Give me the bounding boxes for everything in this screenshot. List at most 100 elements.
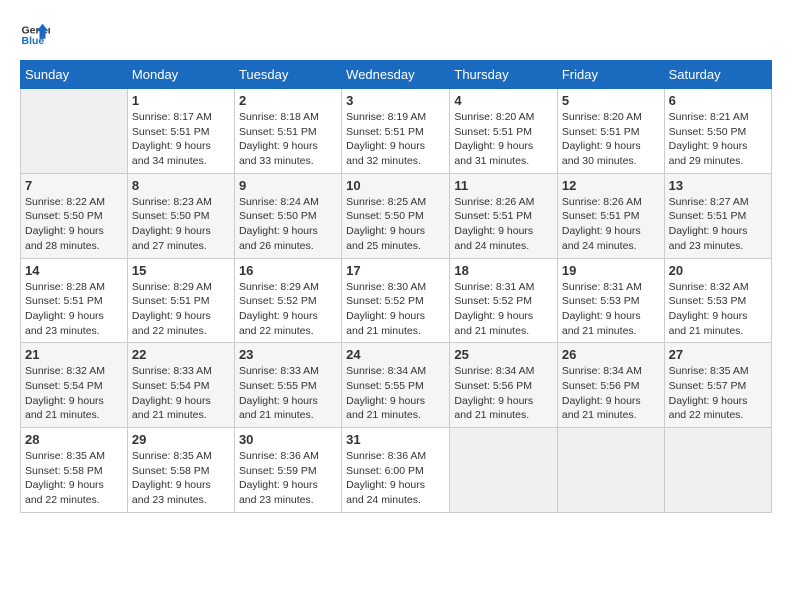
- calendar-cell: 8 Sunrise: 8:23 AMSunset: 5:50 PMDaylight…: [127, 173, 234, 258]
- day-info: Sunrise: 8:33 AMSunset: 5:54 PMDaylight:…: [132, 364, 230, 423]
- day-info: Sunrise: 8:24 AMSunset: 5:50 PMDaylight:…: [239, 195, 337, 254]
- day-number: 2: [239, 93, 337, 108]
- calendar-cell: 11 Sunrise: 8:26 AMSunset: 5:51 PMDayligh…: [450, 173, 557, 258]
- day-info: Sunrise: 8:17 AMSunset: 5:51 PMDaylight:…: [132, 110, 230, 169]
- day-number: 3: [346, 93, 445, 108]
- calendar-cell: 23 Sunrise: 8:33 AMSunset: 5:55 PMDayligh…: [234, 343, 341, 428]
- day-number: 15: [132, 263, 230, 278]
- day-info: Sunrise: 8:31 AMSunset: 5:52 PMDaylight:…: [454, 280, 552, 339]
- day-info: Sunrise: 8:23 AMSunset: 5:50 PMDaylight:…: [132, 195, 230, 254]
- day-number: 16: [239, 263, 337, 278]
- day-info: Sunrise: 8:35 AMSunset: 5:58 PMDaylight:…: [132, 449, 230, 508]
- day-info: Sunrise: 8:29 AMSunset: 5:52 PMDaylight:…: [239, 280, 337, 339]
- calendar-cell: 29 Sunrise: 8:35 AMSunset: 5:58 PMDayligh…: [127, 428, 234, 513]
- logo: General Blue: [20, 20, 54, 50]
- day-number: 12: [562, 178, 660, 193]
- calendar-cell: 2 Sunrise: 8:18 AMSunset: 5:51 PMDaylight…: [234, 89, 341, 174]
- calendar-cell: 24 Sunrise: 8:34 AMSunset: 5:55 PMDayligh…: [342, 343, 450, 428]
- calendar-cell: 21Sunrise: 8:32 AMSunset: 5:54 PMDayligh…: [21, 343, 128, 428]
- calendar-cell: 5 Sunrise: 8:20 AMSunset: 5:51 PMDaylight…: [557, 89, 664, 174]
- day-number: 11: [454, 178, 552, 193]
- day-number: 23: [239, 347, 337, 362]
- page-header: General Blue: [20, 20, 772, 50]
- day-number: 14: [25, 263, 123, 278]
- weekday-header-row: SundayMondayTuesdayWednesdayThursdayFrid…: [21, 61, 772, 89]
- day-number: 13: [669, 178, 767, 193]
- day-info: Sunrise: 8:25 AMSunset: 5:50 PMDaylight:…: [346, 195, 445, 254]
- day-info: Sunrise: 8:20 AMSunset: 5:51 PMDaylight:…: [454, 110, 552, 169]
- day-number: 18: [454, 263, 552, 278]
- weekday-header: Monday: [127, 61, 234, 89]
- day-info: Sunrise: 8:19 AMSunset: 5:51 PMDaylight:…: [346, 110, 445, 169]
- day-number: 30: [239, 432, 337, 447]
- calendar-week-row: 21Sunrise: 8:32 AMSunset: 5:54 PMDayligh…: [21, 343, 772, 428]
- day-info: Sunrise: 8:36 AMSunset: 5:59 PMDaylight:…: [239, 449, 337, 508]
- calendar-cell: 20 Sunrise: 8:32 AMSunset: 5:53 PMDayligh…: [664, 258, 771, 343]
- day-number: 24: [346, 347, 445, 362]
- day-info: Sunrise: 8:18 AMSunset: 5:51 PMDaylight:…: [239, 110, 337, 169]
- calendar-cell: 27 Sunrise: 8:35 AMSunset: 5:57 PMDayligh…: [664, 343, 771, 428]
- day-number: 10: [346, 178, 445, 193]
- day-info: Sunrise: 8:29 AMSunset: 5:51 PMDaylight:…: [132, 280, 230, 339]
- calendar-table: SundayMondayTuesdayWednesdayThursdayFrid…: [20, 60, 772, 513]
- day-number: 25: [454, 347, 552, 362]
- day-info: Sunrise: 8:28 AMSunset: 5:51 PMDaylight:…: [25, 280, 123, 339]
- calendar-cell: 26 Sunrise: 8:34 AMSunset: 5:56 PMDayligh…: [557, 343, 664, 428]
- calendar-cell: 19Sunrise: 8:31 AMSunset: 5:53 PMDayligh…: [557, 258, 664, 343]
- day-number: 27: [669, 347, 767, 362]
- calendar-cell: 10 Sunrise: 8:25 AMSunset: 5:50 PMDayligh…: [342, 173, 450, 258]
- day-number: 6: [669, 93, 767, 108]
- day-number: 8: [132, 178, 230, 193]
- day-number: 5: [562, 93, 660, 108]
- weekday-header: Tuesday: [234, 61, 341, 89]
- calendar-cell: 17 Sunrise: 8:30 AMSunset: 5:52 PMDayligh…: [342, 258, 450, 343]
- calendar-week-row: 7Sunrise: 8:22 AMSunset: 5:50 PMDaylight…: [21, 173, 772, 258]
- day-number: 7: [25, 178, 123, 193]
- day-info: Sunrise: 8:30 AMSunset: 5:52 PMDaylight:…: [346, 280, 445, 339]
- day-number: 4: [454, 93, 552, 108]
- calendar-cell: 9Sunrise: 8:24 AMSunset: 5:50 PMDaylight…: [234, 173, 341, 258]
- day-info: Sunrise: 8:32 AMSunset: 5:53 PMDaylight:…: [669, 280, 767, 339]
- weekday-header: Thursday: [450, 61, 557, 89]
- calendar-cell: 22 Sunrise: 8:33 AMSunset: 5:54 PMDayligh…: [127, 343, 234, 428]
- calendar-cell: 4 Sunrise: 8:20 AMSunset: 5:51 PMDaylight…: [450, 89, 557, 174]
- day-info: Sunrise: 8:26 AMSunset: 5:51 PMDaylight:…: [454, 195, 552, 254]
- day-info: Sunrise: 8:36 AMSunset: 6:00 PMDaylight:…: [346, 449, 445, 508]
- calendar-cell: [557, 428, 664, 513]
- calendar-cell: 14 Sunrise: 8:28 AMSunset: 5:51 PMDayligh…: [21, 258, 128, 343]
- day-info: Sunrise: 8:20 AMSunset: 5:51 PMDaylight:…: [562, 110, 660, 169]
- day-info: Sunrise: 8:27 AMSunset: 5:51 PMDaylight:…: [669, 195, 767, 254]
- day-info: Sunrise: 8:35 AMSunset: 5:57 PMDaylight:…: [669, 364, 767, 423]
- calendar-cell: 3 Sunrise: 8:19 AMSunset: 5:51 PMDaylight…: [342, 89, 450, 174]
- day-info: Sunrise: 8:34 AMSunset: 5:56 PMDaylight:…: [562, 364, 660, 423]
- calendar-week-row: 1Sunrise: 8:17 AMSunset: 5:51 PMDaylight…: [21, 89, 772, 174]
- calendar-cell: 16 Sunrise: 8:29 AMSunset: 5:52 PMDayligh…: [234, 258, 341, 343]
- weekday-header: Friday: [557, 61, 664, 89]
- day-info: Sunrise: 8:21 AMSunset: 5:50 PMDaylight:…: [669, 110, 767, 169]
- calendar-cell: 25Sunrise: 8:34 AMSunset: 5:56 PMDayligh…: [450, 343, 557, 428]
- day-number: 26: [562, 347, 660, 362]
- calendar-cell: 13 Sunrise: 8:27 AMSunset: 5:51 PMDayligh…: [664, 173, 771, 258]
- weekday-header: Wednesday: [342, 61, 450, 89]
- calendar-cell: 7Sunrise: 8:22 AMSunset: 5:50 PMDaylight…: [21, 173, 128, 258]
- day-number: 22: [132, 347, 230, 362]
- calendar-cell: 31Sunrise: 8:36 AMSunset: 6:00 PMDayligh…: [342, 428, 450, 513]
- day-number: 20: [669, 263, 767, 278]
- day-number: 21: [25, 347, 123, 362]
- day-info: Sunrise: 8:35 AMSunset: 5:58 PMDaylight:…: [25, 449, 123, 508]
- calendar-cell: 18 Sunrise: 8:31 AMSunset: 5:52 PMDayligh…: [450, 258, 557, 343]
- weekday-header: Sunday: [21, 61, 128, 89]
- calendar-cell: [450, 428, 557, 513]
- weekday-header: Saturday: [664, 61, 771, 89]
- day-number: 29: [132, 432, 230, 447]
- calendar-cell: 30 Sunrise: 8:36 AMSunset: 5:59 PMDayligh…: [234, 428, 341, 513]
- calendar-cell: [664, 428, 771, 513]
- calendar-cell: 1Sunrise: 8:17 AMSunset: 5:51 PMDaylight…: [127, 89, 234, 174]
- day-info: Sunrise: 8:33 AMSunset: 5:55 PMDaylight:…: [239, 364, 337, 423]
- calendar-cell: 28Sunrise: 8:35 AMSunset: 5:58 PMDayligh…: [21, 428, 128, 513]
- calendar-week-row: 14 Sunrise: 8:28 AMSunset: 5:51 PMDayligh…: [21, 258, 772, 343]
- day-info: Sunrise: 8:34 AMSunset: 5:55 PMDaylight:…: [346, 364, 445, 423]
- calendar-cell: 15 Sunrise: 8:29 AMSunset: 5:51 PMDayligh…: [127, 258, 234, 343]
- day-number: 17: [346, 263, 445, 278]
- logo-icon: General Blue: [20, 20, 50, 50]
